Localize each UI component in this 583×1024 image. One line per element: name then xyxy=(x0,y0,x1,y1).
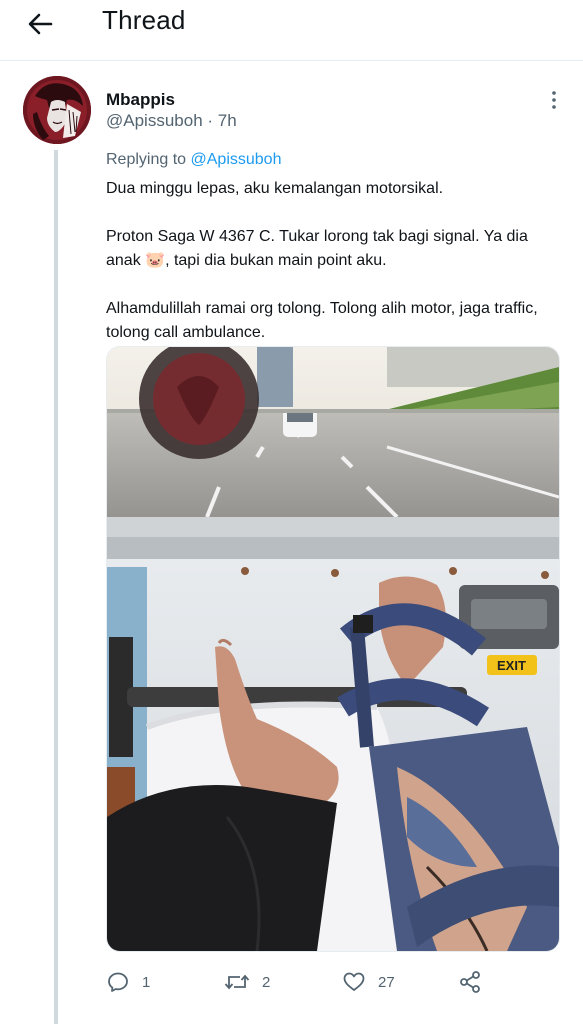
avatar-illustration xyxy=(23,76,91,144)
tweet-time[interactable]: 7h xyxy=(218,111,237,130)
ambulance-photo-illustration: EXIT xyxy=(107,347,559,951)
replying-prefix: Replying to xyxy=(106,151,191,168)
page-title: Thread xyxy=(102,5,186,35)
replying-handle-link[interactable]: @Apissuboh xyxy=(191,151,282,168)
tweet-text: Dua minggu lepas, aku kemalangan motorsi… xyxy=(106,177,566,369)
retweet-icon xyxy=(224,974,250,990)
share-button[interactable] xyxy=(458,966,482,998)
more-options-button[interactable] xyxy=(540,88,568,112)
share-icon xyxy=(460,971,480,993)
tweet-paragraph: Dua minggu lepas, aku kemalangan motorsi… xyxy=(106,180,444,197)
tweet-photo[interactable]: EXIT xyxy=(106,346,560,952)
retweet-button[interactable]: 2 xyxy=(224,966,270,998)
back-button[interactable] xyxy=(24,8,56,40)
reply-icon xyxy=(108,972,128,992)
avatar[interactable] xyxy=(23,76,91,144)
replying-to-line: Replying to @Apissuboh xyxy=(106,151,281,169)
top-bar: Thread xyxy=(0,0,583,61)
user-meta: @Apissuboh · 7h xyxy=(106,111,237,131)
tweet-paragraph: Alhamdulillah ramai org tolong. Tolong a… xyxy=(106,300,538,341)
display-name[interactable]: Mbappis xyxy=(106,90,175,110)
like-button[interactable]: 27 xyxy=(342,966,395,998)
like-icon xyxy=(343,972,365,991)
tweet-actions-bar: 1 2 27 xyxy=(106,966,566,998)
thread-connector-line xyxy=(54,150,58,1024)
like-count: 27 xyxy=(378,973,395,991)
user-handle[interactable]: @Apissuboh xyxy=(106,111,203,130)
reply-button[interactable]: 1 xyxy=(106,966,150,998)
back-arrow-icon xyxy=(28,13,53,35)
more-vertical-icon xyxy=(552,91,556,109)
tweet-paragraph: Proton Saga W 4367 C. Tukar lorong tak b… xyxy=(106,228,528,269)
exit-sign-text: EXIT xyxy=(497,658,526,673)
retweet-count: 2 xyxy=(262,973,271,991)
reply-count: 1 xyxy=(142,973,151,991)
meta-separator: · xyxy=(202,111,218,130)
